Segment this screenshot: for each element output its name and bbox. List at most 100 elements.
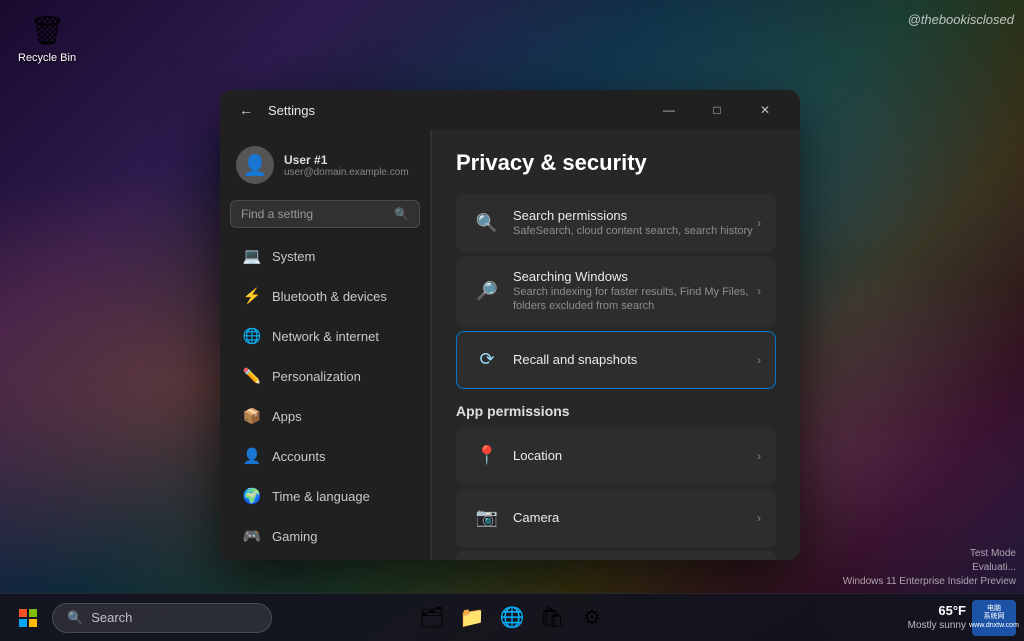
settings-item-camera[interactable]: 📷 Camera › [456,489,776,547]
avatar: 👤 [236,146,274,184]
test-mode-text: Test Mode Evaluati... Windows 11 Enterpr… [843,547,1016,589]
camera-text: Camera [513,510,757,525]
desktop: @thebookisclosed 🗑 Recycle Bin ← Setting… [0,0,1024,641]
taskbar-right: 65°F Mostly sunny 电脑系统网www.dnxtw.com [908,600,1016,636]
location-icon: 📍 [471,440,503,472]
network-icon: 🌐 [242,326,262,346]
settings-item-microphone[interactable]: 🎤 Microphone › [456,551,776,560]
recycle-bin[interactable]: 🗑 Recycle Bin [18,10,76,64]
taskbar-files-icon[interactable]: 🗂 [414,600,450,636]
settings-item-searching-windows[interactable]: 🔎 Searching Windows Search indexing for … [456,256,776,327]
weather-temp: 65°F [908,603,966,620]
taskbar-left: 🔍 Search [8,598,272,638]
search-placeholder: Find a setting [241,207,313,221]
recall-chevron: › [757,353,761,367]
nav-label-system: System [272,249,315,264]
camera-title: Camera [513,510,757,525]
search-permissions-desc: SafeSearch, cloud content search, search… [513,224,757,238]
nav-item-time[interactable]: 🌍 Time & language [226,477,424,515]
maximize-button[interactable]: □ [694,94,740,126]
nav-item-bluetooth[interactable]: ⚡ Bluetooth & devices [226,277,424,315]
nav-item-accounts[interactable]: 👤 Accounts [226,437,424,475]
logo-text: 电脑系统网www.dnxtw.com [969,605,1019,630]
nav-label-personalization: Personalization [272,369,361,384]
window-controls: — □ ✕ [646,94,788,126]
search-permissions-title: Search permissions [513,208,757,223]
close-button[interactable]: ✕ [742,94,788,126]
weather-desc: Mostly sunny [908,619,966,632]
camera-icon: 📷 [471,502,503,534]
taskbar-store-icon[interactable]: 🛍 [534,600,570,636]
system-icon: 💻 [242,246,262,266]
searching-windows-icon: 🔎 [471,275,503,307]
insider-preview-label: Windows 11 Enterprise Insider Preview [843,575,1016,589]
settings-item-recall[interactable]: ⟳ Recall and snapshots › [456,331,776,389]
minimize-button[interactable]: — [646,94,692,126]
location-text: Location [513,448,757,463]
recall-icon: ⟳ [471,344,503,376]
search-permissions-icon: 🔍 [471,207,503,239]
nav-label-network: Network & internet [272,329,379,344]
recall-title: Recall and snapshots [513,352,757,367]
main-content: Privacy & security 🔍 Search permissions … [432,130,800,560]
searching-windows-desc: Search indexing for faster results, Find… [513,285,757,314]
time-icon: 🌍 [242,486,262,506]
settings-window: ← Settings — □ ✕ 👤 User #1 user@domain.e… [220,90,800,560]
nav-item-gaming[interactable]: 🎮 Gaming [226,517,424,555]
nav-item-network[interactable]: 🌐 Network & internet [226,317,424,355]
nav-item-accessibility[interactable]: ♿ Accessibility [226,557,424,560]
title-bar: ← Settings — □ ✕ [220,90,800,130]
watermark: @thebookisclosed [908,12,1014,27]
location-chevron: › [757,449,761,463]
settings-item-search-permissions[interactable]: 🔍 Search permissions SafeSearch, cloud c… [456,194,776,252]
nav-label-bluetooth: Bluetooth & devices [272,289,387,304]
sidebar: 👤 User #1 user@domain.example.com Find a… [220,130,430,560]
camera-chevron: › [757,511,761,525]
recycle-bin-label: Recycle Bin [18,52,76,64]
sidebar-search[interactable]: Find a setting 🔍 [230,200,420,228]
settings-item-location[interactable]: 📍 Location › [456,427,776,485]
logo-badge[interactable]: 电脑系统网www.dnxtw.com [972,600,1016,636]
window-title: Settings [268,103,315,118]
profile-section[interactable]: 👤 User #1 user@domain.example.com [220,138,430,196]
taskbar-center: 🗂 📁 🌐 🛍 ⚙ [414,600,610,636]
personalization-icon: ✏️ [242,366,262,386]
searching-windows-text: Searching Windows Search indexing for fa… [513,269,757,314]
nav-item-apps[interactable]: 📦 Apps [226,397,424,435]
searching-windows-chevron: › [757,284,761,298]
test-mode-label: Test Mode [843,547,1016,561]
gaming-icon: 🎮 [242,526,262,546]
profile-name: User #1 [284,153,409,167]
recycle-bin-icon: 🗑 [27,10,67,50]
nav-label-accounts: Accounts [272,449,325,464]
weather-info: 65°F Mostly sunny [908,603,966,633]
taskbar-search-placeholder: Search [91,610,132,625]
title-bar-left: ← Settings [232,96,315,124]
evaluation-label: Evaluati... [843,561,1016,575]
app-permissions-label: App permissions [456,403,776,419]
taskbar-settings-icon[interactable]: ⚙ [574,600,610,636]
recall-text: Recall and snapshots [513,352,757,367]
profile-email: user@domain.example.com [284,167,409,178]
search-permissions-chevron: › [757,216,761,230]
searching-windows-title: Searching Windows [513,269,757,284]
back-button[interactable]: ← [232,96,260,124]
profile-info: User #1 user@domain.example.com [284,153,409,178]
search-icon: 🔍 [394,207,409,221]
nav-label-time: Time & language [272,489,370,504]
taskbar-explorer-icon[interactable]: 📁 [454,600,490,636]
start-button[interactable] [8,598,48,638]
nav-item-system[interactable]: 💻 System [226,237,424,275]
nav-item-personalization[interactable]: ✏️ Personalization [226,357,424,395]
taskbar-search[interactable]: 🔍 Search [52,603,272,633]
taskbar: 🔍 Search 🗂 📁 🌐 🛍 ⚙ 65°F Mostly sunny 电脑系… [0,593,1024,641]
nav-label-apps: Apps [272,409,302,424]
search-permissions-text: Search permissions SafeSearch, cloud con… [513,208,757,238]
nav-label-gaming: Gaming [272,529,318,544]
location-title: Location [513,448,757,463]
bluetooth-icon: ⚡ [242,286,262,306]
settings-content: 👤 User #1 user@domain.example.com Find a… [220,130,800,560]
apps-icon: 📦 [242,406,262,426]
accounts-icon: 👤 [242,446,262,466]
taskbar-browser-icon[interactable]: 🌐 [494,600,530,636]
